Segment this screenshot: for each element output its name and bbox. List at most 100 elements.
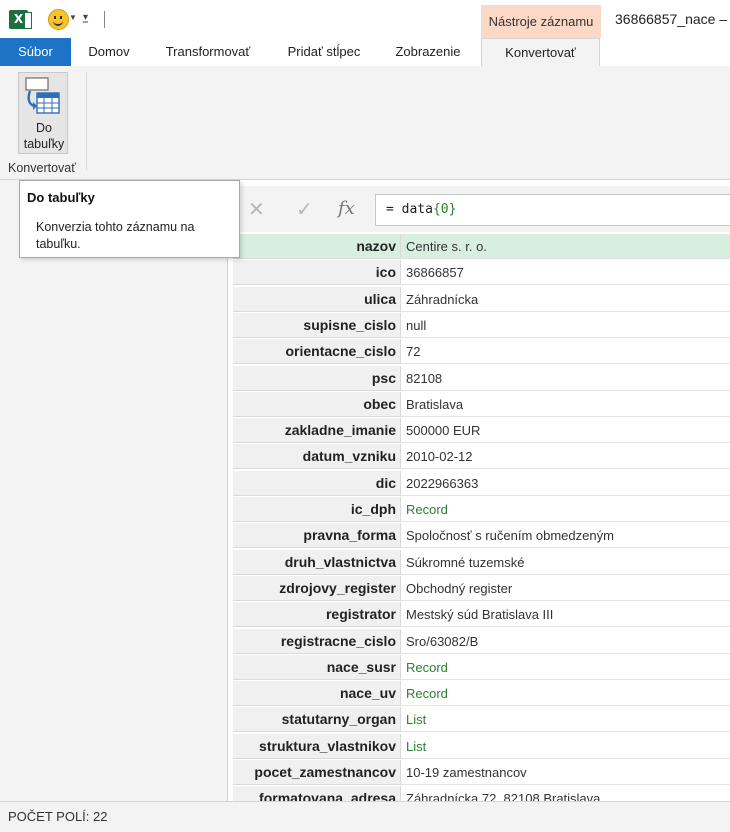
field-value: Súkromné tuzemské: [401, 550, 730, 575]
field-value: Záhradnícka 72, 82108 Bratislava: [401, 786, 730, 801]
table-row[interactable]: registracne_cislo Sro/63082/B: [233, 628, 730, 655]
formula-text: = data: [386, 202, 433, 217]
table-row[interactable]: dic 2022966363: [233, 470, 730, 497]
field-name[interactable]: struktura_vlastnikov: [233, 733, 401, 759]
field-name[interactable]: dic: [233, 470, 401, 496]
field-value-link[interactable]: Record: [401, 497, 730, 522]
field-name[interactable]: formatovana_adresa: [233, 786, 401, 801]
table-row[interactable]: statutarny_organ List: [233, 707, 730, 733]
table-row[interactable]: registrator Mestský súd Bratislava III: [233, 602, 730, 628]
ribbon: Do tabuľky Konvertovať: [0, 66, 730, 180]
window-title: 36866857_nace –: [615, 11, 728, 27]
formula-close-brace: }: [448, 202, 457, 217]
context-tab-header: Nástroje záznamu: [481, 5, 601, 38]
table-row[interactable]: psc 82108: [233, 365, 730, 392]
field-value: Záhradnícka: [401, 287, 730, 312]
table-row[interactable]: ic_dph Record: [233, 497, 730, 523]
field-value: null: [401, 313, 730, 338]
smiley-feedback-icon[interactable]: [48, 9, 69, 30]
field-name[interactable]: orientacne_cislo: [233, 339, 401, 365]
field-name[interactable]: ulica: [233, 286, 401, 312]
customize-quick-access-icon[interactable]: ▾̲: [83, 12, 88, 23]
field-name[interactable]: statutarny_organ: [233, 707, 401, 733]
table-row[interactable]: orientacne_cislo 72: [233, 339, 730, 365]
queries-pane[interactable]: [0, 180, 228, 801]
tooltip-description: Konverzia tohto záznamu na tabuľku.: [36, 220, 195, 251]
divider: [104, 11, 105, 28]
table-row[interactable]: druh_vlastnictva Súkromné tuzemské: [233, 549, 730, 576]
table-row[interactable]: struktura_vlastnikov List: [233, 733, 730, 760]
divider: [86, 72, 87, 170]
table-row[interactable]: zdrojovy_register Obchodný register: [233, 575, 730, 602]
field-name[interactable]: psc: [233, 365, 401, 391]
excel-icon[interactable]: X: [9, 10, 32, 29]
field-value: Obchodný register: [401, 576, 730, 601]
table-row[interactable]: zakladne_imanie 500000 EUR: [233, 418, 730, 444]
field-value: 500000 EUR: [401, 418, 730, 444]
field-value: 82108: [401, 366, 730, 391]
tooltip: Do tabuľky Konverzia tohto záznamu na ta…: [19, 180, 240, 258]
field-name[interactable]: obec: [233, 391, 401, 417]
field-value: Mestský súd Bratislava III: [401, 602, 730, 628]
cancel-icon[interactable]: ✕: [248, 197, 265, 222]
tab-convert[interactable]: Konvertovať: [481, 38, 600, 67]
to-table-button[interactable]: Do tabuľky: [18, 72, 68, 154]
table-row[interactable]: obec Bratislava: [233, 391, 730, 418]
tab-view[interactable]: Zobrazenie: [384, 38, 472, 66]
field-name[interactable]: registracne_cislo: [233, 628, 401, 654]
field-name[interactable]: zdrojovy_register: [233, 575, 401, 601]
field-name[interactable]: nace_uv: [233, 681, 401, 707]
table-row[interactable]: pocet_zamestnancov 10-19 zamestnancov: [233, 760, 730, 786]
title-bar: X ▼ ▾̲ Nástroje záznamu 36866857_nace –: [0, 0, 730, 38]
table-row[interactable]: nace_susr Record: [233, 654, 730, 681]
tab-transform[interactable]: Transformovať: [152, 38, 264, 66]
field-name[interactable]: pocet_zamestnancov: [233, 760, 401, 785]
field-name[interactable]: druh_vlastnictva: [233, 549, 401, 575]
field-name[interactable]: ico: [233, 260, 401, 286]
field-name[interactable]: nace_susr: [233, 654, 401, 680]
confirm-icon[interactable]: ✓: [296, 197, 313, 222]
formula-input[interactable]: = data{0}: [375, 194, 730, 226]
chevron-down-icon[interactable]: ▼: [69, 13, 77, 22]
field-value-link[interactable]: List: [401, 707, 730, 733]
field-value: Spoločnosť s ručením obmedzeným: [401, 523, 730, 549]
tab-add-column[interactable]: Pridať stĺpec: [274, 38, 374, 66]
table-row[interactable]: ulica Záhradnícka: [233, 286, 730, 313]
field-name[interactable]: datum_vzniku: [233, 444, 401, 470]
field-value-link[interactable]: Record: [401, 655, 730, 680]
field-name[interactable]: zakladne_imanie: [233, 418, 401, 444]
field-value-link[interactable]: Record: [401, 681, 730, 707]
tooltip-title: Do tabuľky: [27, 190, 95, 205]
group-label-convert: Konvertovať: [8, 161, 76, 175]
record-grid[interactable]: nazov Centire s. r. o. ico 36866857 ulica Záh…: [233, 234, 730, 801]
tab-home[interactable]: Domov: [76, 38, 142, 66]
field-value: 72: [401, 339, 730, 365]
field-value: 10-19 zamestnancov: [401, 760, 730, 785]
field-value: Sro/63082/B: [401, 629, 730, 654]
table-row[interactable]: nazov Centire s. r. o.: [233, 234, 730, 260]
field-name[interactable]: supisne_cislo: [233, 312, 401, 338]
tab-file[interactable]: Súbor: [0, 38, 71, 66]
table-row[interactable]: nace_uv Record: [233, 681, 730, 707]
status-bar: POČET POLÍ: 22: [0, 801, 730, 832]
table-row[interactable]: supisne_cislo null: [233, 312, 730, 339]
field-value: 36866857: [401, 260, 730, 286]
fx-icon[interactable]: fx: [338, 198, 355, 219]
formula-index: 0: [440, 202, 449, 217]
field-value: Bratislava: [401, 392, 730, 417]
field-name[interactable]: pravna_forma: [233, 523, 401, 549]
table-row[interactable]: datum_vzniku 2010-02-12: [233, 444, 730, 470]
to-table-icon: [25, 77, 60, 114]
field-value: 2010-02-12: [401, 444, 730, 470]
field-name[interactable]: registrator: [233, 602, 401, 628]
to-table-label-line1: Do: [36, 121, 52, 135]
table-row[interactable]: pravna_forma Spoločnosť s ručením obmedze…: [233, 523, 730, 549]
field-value-link[interactable]: List: [401, 734, 730, 759]
table-row[interactable]: ico 36866857: [233, 260, 730, 286]
table-row[interactable]: formatovana_adresa Záhradnícka 72, 82108 …: [233, 786, 730, 801]
formula-bar: ✕ ✓ fx = data{0}: [228, 186, 730, 232]
field-value: 2022966363: [401, 471, 730, 496]
field-name[interactable]: nazov: [233, 234, 401, 259]
field-name[interactable]: ic_dph: [233, 497, 401, 522]
formula-open-brace: {: [432, 202, 441, 217]
